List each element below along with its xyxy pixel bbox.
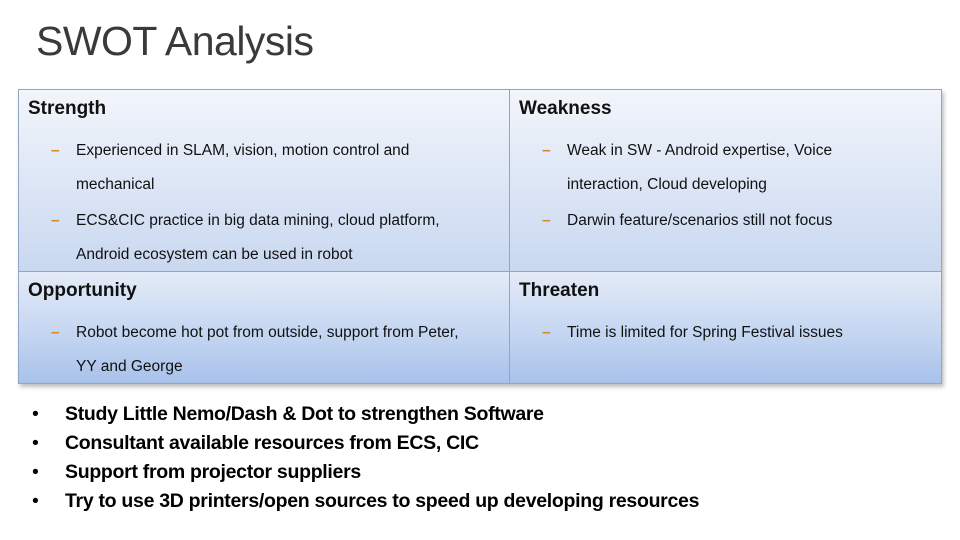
action-item-3: Support from projector suppliers (65, 461, 361, 483)
dash-bullet-icon: – (51, 324, 60, 341)
bullet-icon: • (32, 490, 39, 512)
list-item: – ECS&CIC practice in big data mining, cl… (49, 204, 476, 272)
dash-bullet-icon: – (51, 142, 60, 159)
action-item-4: Try to use 3D printers/open sources to s… (65, 490, 700, 512)
strength-cell: Strength – Experienced in SLAM, vision, m… (18, 89, 510, 272)
weakness-item-2: Darwin feature/scenarios still not focus (567, 212, 833, 229)
list-item: • Support from projector suppliers (32, 458, 699, 487)
list-item: • Consultant available resources from ECS… (32, 429, 699, 458)
action-item-2: Consultant available resources from ECS,… (65, 432, 479, 454)
weakness-item-1: Weak in SW - Android expertise, Voice in… (567, 142, 833, 193)
opportunity-item-1: Robot become hot pot from outside, suppo… (76, 324, 459, 375)
list-item: • Try to use 3D printers/open sources to … (32, 487, 699, 516)
threaten-heading: Threaten (519, 280, 600, 301)
list-item: • Study Little Nemo/Dash & Dot to strengt… (32, 400, 699, 429)
threaten-item-1: Time is limited for Spring Festival issu… (567, 324, 843, 341)
threaten-list: – Time is limited for Spring Festival iss… (540, 316, 923, 352)
action-item-1: Study Little Nemo/Dash & Dot to strength… (65, 403, 544, 425)
list-item: – Time is limited for Spring Festival iss… (540, 316, 923, 350)
list-item: – Robot become hot pot from outside, supp… (49, 316, 476, 384)
dash-bullet-icon: – (542, 324, 551, 341)
strength-list: – Experienced in SLAM, vision, motion con… (49, 134, 491, 274)
bullet-icon: • (32, 432, 39, 454)
strength-heading: Strength (28, 98, 107, 119)
strength-item-1: Experienced in SLAM, vision, motion cont… (76, 142, 410, 193)
dash-bullet-icon: – (542, 212, 551, 229)
strength-item-2: ECS&CIC practice in big data mining, clo… (76, 212, 440, 263)
weakness-list: – Weak in SW - Android expertise, Voice i… (540, 134, 923, 240)
bullet-icon: • (32, 403, 39, 425)
opportunity-cell: Opportunity – Robot become hot pot from o… (18, 271, 510, 384)
opportunity-list: – Robot become hot pot from outside, supp… (49, 316, 491, 386)
dash-bullet-icon: – (51, 212, 60, 229)
action-list: • Study Little Nemo/Dash & Dot to strengt… (32, 400, 699, 516)
threaten-cell: Threaten – Time is limited for Spring Fes… (509, 271, 942, 384)
opportunity-heading: Opportunity (28, 280, 137, 301)
weakness-heading: Weakness (519, 98, 612, 119)
list-item: – Experienced in SLAM, vision, motion con… (49, 134, 456, 202)
list-item: – Weak in SW - Android expertise, Voice i… (540, 134, 877, 202)
dash-bullet-icon: – (542, 142, 551, 159)
weakness-cell: Weakness – Weak in SW - Android expertise… (509, 89, 942, 272)
slide-title: SWOT Analysis (36, 18, 314, 64)
bullet-icon: • (32, 461, 39, 483)
swot-grid: Strength – Experienced in SLAM, vision, m… (18, 89, 942, 384)
list-item: – Darwin feature/scenarios still not focu… (540, 204, 923, 238)
